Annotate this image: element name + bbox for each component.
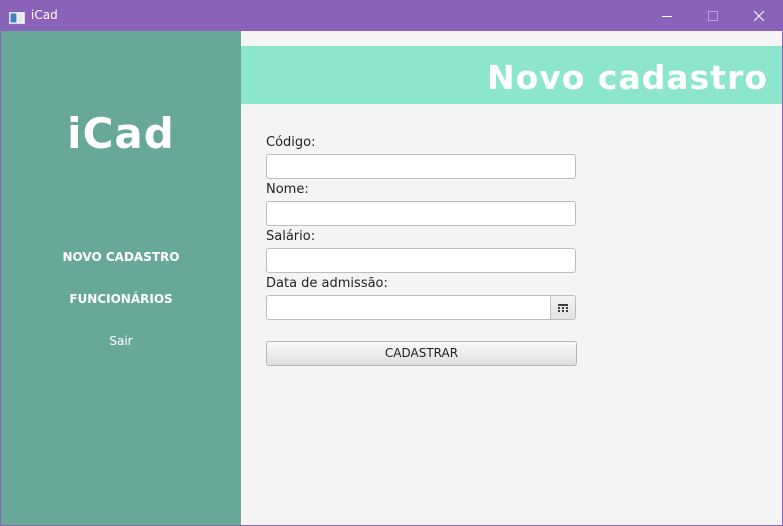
nome-label: Nome: [266, 182, 309, 197]
salario-input[interactable] [266, 248, 576, 273]
data-admissao-label: Data de admissão: [266, 276, 388, 291]
app-logo: iCad [67, 109, 175, 158]
codigo-label: Código: [266, 135, 316, 150]
nome-input[interactable] [266, 201, 576, 226]
minimize-button[interactable] [644, 1, 690, 31]
cadastrar-button[interactable]: CADASTRAR [266, 341, 577, 366]
nav-novo-cadastro[interactable]: NOVO CADASTRO [1, 250, 241, 264]
nav-funcionarios[interactable]: FUNCIONÁRIOS [1, 292, 241, 306]
close-icon [754, 11, 764, 21]
page-title: Novo cadastro [486, 58, 768, 97]
data-admissao-picker [266, 295, 576, 320]
sidebar: iCad NOVO CADASTRO FUNCIONÁRIOS Sair [1, 31, 241, 525]
title-bar[interactable]: iCad [1, 1, 782, 31]
minimize-icon [662, 11, 672, 21]
window-app-icon [9, 9, 25, 24]
nav-sair[interactable]: Sair [1, 334, 241, 348]
close-button[interactable] [736, 1, 782, 31]
data-admissao-input[interactable] [267, 296, 551, 319]
maximize-icon [708, 11, 718, 21]
codigo-input[interactable] [266, 154, 576, 179]
window-title: iCad [31, 8, 58, 22]
app-window: iCad iCad NOVO CADASTRO FUNCIONÁRIOS Sai… [0, 0, 783, 526]
salario-label: Salário: [266, 229, 316, 244]
maximize-button[interactable] [690, 1, 736, 31]
calendar-icon [558, 298, 568, 317]
main-content: Novo cadastro Código: Nome: Salário: Dat… [241, 31, 782, 525]
date-picker-button[interactable] [550, 296, 575, 319]
page-header: Novo cadastro [241, 46, 782, 104]
